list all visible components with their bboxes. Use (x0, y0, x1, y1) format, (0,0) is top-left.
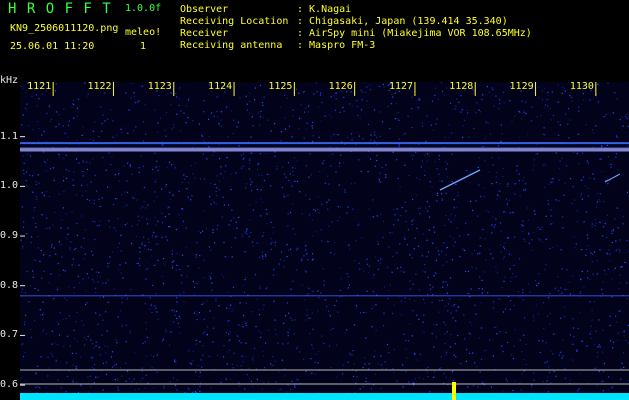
location-value: : Chigasaki, Japan (139.414 35.340) (297, 16, 508, 27)
carrier-line-core (20, 149, 629, 151)
datetime-label: 25.06.01 11:20 (10, 41, 95, 52)
observer-label: Observer (180, 4, 229, 15)
y-tick-label: 0.6 (0, 379, 19, 391)
x-tick-label: 1130 (569, 81, 594, 92)
x-tick-label: 1126 (328, 81, 353, 92)
x-tick-label: 1122 (87, 81, 112, 92)
y-tick-label: 0.9 (0, 230, 19, 242)
observer-value: : K.Nagai (297, 4, 352, 15)
x-tick-label: 1129 (509, 81, 534, 92)
x-tick-label: 1123 (147, 81, 172, 92)
meteor-streak (439, 169, 481, 191)
x-tick-label: 1124 (208, 81, 233, 92)
location-label: Receiving Location (180, 16, 289, 27)
filename-label: KN9_2506011120.png (10, 23, 119, 34)
y-tick-label: 0.7 (0, 329, 19, 341)
carrier-line-lower (20, 295, 629, 297)
y-axis-unit: kHz (0, 75, 19, 86)
y-tick-label: 1.1 (0, 130, 19, 142)
antenna-label: Receiving antenna (180, 40, 283, 51)
y-tick-label: 1.0 (0, 180, 19, 192)
meleo-label: meleo! (125, 27, 162, 38)
spectrum-peak-marker (452, 382, 456, 400)
version-label: 1.0.0f (125, 3, 162, 14)
x-tick-label: 1125 (268, 81, 293, 92)
noise-field (20, 82, 629, 400)
carrier-line-upper (20, 142, 629, 145)
app-name: H R O F F T (8, 1, 112, 17)
x-tick-label: 1128 (449, 81, 474, 92)
x-tick-label: 1127 (388, 81, 414, 92)
receiver-label: Receiver (180, 28, 229, 39)
y-tick-label: 0.8 (0, 279, 19, 291)
waterfall-svg (20, 82, 629, 400)
meteor-streak (604, 173, 621, 183)
receiver-value: : AirSpy mini (Miakejima VOR 108.65MHz) (297, 28, 532, 39)
hrofft-screen: H R O F F T 1.0.0f KN9_2506011120.png me… (0, 0, 629, 400)
waterfall-plot (20, 82, 629, 400)
antenna-value: : Maspro FM-3 (297, 40, 376, 51)
x-tick-label: 1121 (27, 81, 52, 92)
spectrum-trace (20, 393, 629, 400)
meleo-count: 1 (140, 41, 147, 52)
